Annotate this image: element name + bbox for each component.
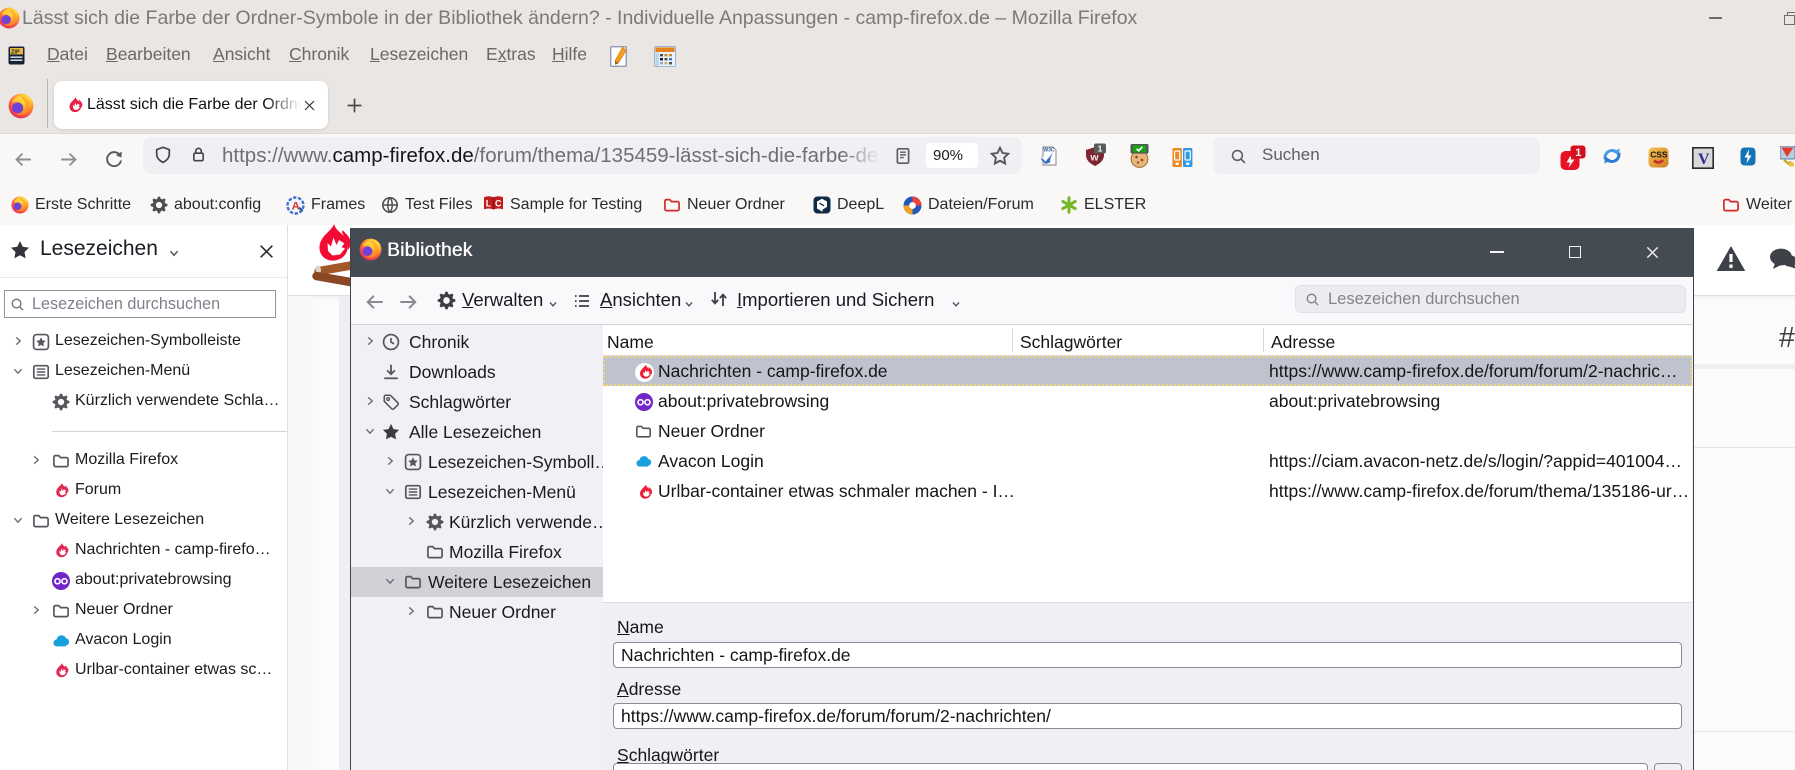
svg-text:W3C: W3C (1043, 148, 1055, 154)
svg-text:1: 1 (1575, 147, 1581, 159)
svg-text:ZIP: ZIP (11, 49, 20, 55)
svg-text:L: L (486, 198, 492, 208)
svg-text:A: A (292, 200, 300, 212)
svg-text:V: V (1698, 151, 1710, 168)
svg-text:CSS: CSS (1650, 149, 1668, 159)
svg-text:1: 1 (1098, 144, 1103, 154)
svg-text:C: C (495, 198, 502, 208)
